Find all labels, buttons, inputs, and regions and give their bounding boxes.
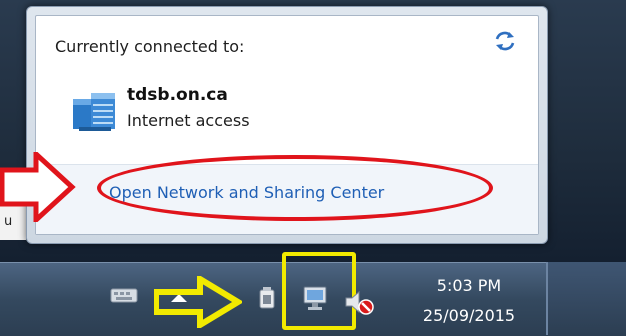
background-text-u: u: [4, 214, 13, 229]
network-status: Internet access: [127, 111, 250, 130]
background-text-f: F: [4, 172, 12, 187]
volume-muted-icon[interactable]: [342, 288, 378, 316]
show-hidden-icons-arrow[interactable]: [168, 290, 190, 306]
network-popup: Currently connected to: tdsb.on.ca Inter…: [26, 6, 548, 244]
connected-header: Currently connected to:: [55, 37, 245, 56]
show-desktop-button[interactable]: [548, 262, 626, 335]
network-name: tdsb.on.ca: [127, 85, 228, 105]
background-window-edge: F u: [0, 170, 26, 240]
power-icon[interactable]: [256, 286, 278, 312]
clock-date[interactable]: 25/09/2015: [406, 306, 532, 325]
network-building-icon: [73, 93, 115, 131]
open-network-sharing-center-link[interactable]: Open Network and Sharing Center: [109, 183, 384, 202]
clock-time[interactable]: 5:03 PM: [414, 276, 524, 295]
refresh-icon[interactable]: [493, 29, 517, 53]
keyboard-icon[interactable]: [110, 286, 138, 304]
network-tray-icon[interactable]: [300, 284, 332, 314]
